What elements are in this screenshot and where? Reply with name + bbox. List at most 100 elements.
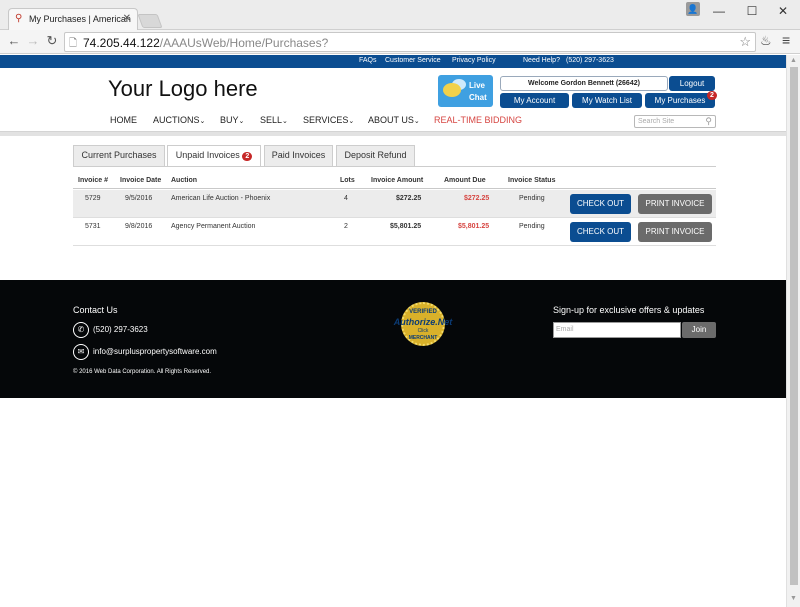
col-invoice-status: Invoice Status xyxy=(508,177,556,184)
page-scrollbar[interactable]: ▲ ▼ xyxy=(786,55,800,607)
chevron-down-icon: ⌄ xyxy=(199,118,206,125)
site-footer: Contact Us ✆ (520) 297-3623 ✉ info@surpl… xyxy=(0,280,786,398)
scroll-up-icon[interactable]: ▲ xyxy=(790,57,797,64)
row-invoice-number: 5729 xyxy=(85,195,101,202)
help-phone: (520) 297-3623 xyxy=(566,57,614,64)
url-host: 74.205.44.122 xyxy=(83,36,160,50)
nav-auctions[interactable]: AUCTIONS⌄ xyxy=(153,115,205,125)
row-invoice-status: Pending xyxy=(519,195,545,202)
check-out-button[interactable]: CHECK OUT xyxy=(570,194,631,214)
col-lots: Lots xyxy=(340,177,355,184)
chevron-down-icon: ⌄ xyxy=(238,118,245,125)
table-row: 5731 9/8/2016 Agency Permanent Auction 2… xyxy=(73,218,716,246)
reload-icon[interactable]: ↻ xyxy=(44,33,60,49)
col-auction: Auction xyxy=(171,177,198,184)
row-invoice-number: 5731 xyxy=(85,223,101,230)
nav-buy[interactable]: BUY⌄ xyxy=(220,115,244,125)
my-purchases-label: My Purchases xyxy=(654,96,706,105)
nav-home[interactable]: HOME xyxy=(110,115,137,125)
close-window-icon[interactable]: ✕ xyxy=(773,4,793,18)
minimize-icon[interactable]: — xyxy=(709,4,729,18)
contact-us-title: Contact Us xyxy=(73,305,118,315)
back-arrow-icon[interactable]: ← xyxy=(6,33,22,48)
live-chat-label-1: Live xyxy=(469,81,486,90)
tab-unpaid-invoices[interactable]: Unpaid Invoices 2 xyxy=(167,145,261,167)
row-invoice-amount: $5,801.25 xyxy=(390,223,422,230)
check-out-button[interactable]: CHECK OUT xyxy=(570,222,631,242)
authorize-net-seal[interactable]: VERIFIED Authorize.Net Click MERCHANT xyxy=(391,298,455,354)
new-tab-button[interactable] xyxy=(137,14,163,28)
seal-click: Click xyxy=(417,328,429,334)
nav-about-us[interactable]: ABOUT US⌄ xyxy=(368,115,420,125)
customer-service-link[interactable]: Customer Service xyxy=(385,57,441,64)
extension-flame-icon[interactable]: ♨ xyxy=(760,33,772,49)
copyright: © 2016 Web Data Corporation. All Rights … xyxy=(73,369,212,375)
tab-divider xyxy=(73,166,716,167)
live-chat-label-2: Chat xyxy=(469,93,487,102)
browser-titlebar: ⚲ My Purchases | American ✕ 👤 — ☐ ✕ xyxy=(0,0,800,30)
row-lots: 2 xyxy=(344,223,348,230)
row-auction: Agency Permanent Auction xyxy=(171,223,256,230)
search-icon[interactable]: ⚲ xyxy=(705,116,712,127)
chevron-down-icon: ⌄ xyxy=(348,118,355,125)
print-invoice-button[interactable]: PRINT INVOICE xyxy=(638,222,712,242)
signup-title: Sign-up for exclusive offers & updates xyxy=(553,305,705,315)
nav-about-label: ABOUT US xyxy=(368,115,414,125)
tab-title: My Purchases | American xyxy=(29,14,131,24)
my-account-button[interactable]: My Account xyxy=(500,93,569,108)
seal-brand: Authorize.Net xyxy=(393,317,453,327)
tab-deposit-refund[interactable]: Deposit Refund xyxy=(336,145,415,166)
row-auction: American Life Auction - Phoenix xyxy=(171,195,271,202)
nav-sell[interactable]: SELL⌄ xyxy=(260,115,288,125)
my-purchases-button[interactable]: My Purchases 2 xyxy=(645,91,717,108)
url-path: /AAAUsWeb/Home/Purchases? xyxy=(159,36,329,50)
row-invoice-amount: $272.25 xyxy=(396,195,422,202)
browser-tab[interactable]: ⚲ My Purchases | American ✕ xyxy=(8,8,138,30)
col-amount-due: Amount Due xyxy=(444,177,486,184)
tab-close-icon[interactable]: ✕ xyxy=(123,13,131,24)
nav-services[interactable]: SERVICES⌄ xyxy=(303,115,354,125)
row-amount-due: $5,801.25 xyxy=(458,223,490,230)
faqs-link[interactable]: FAQs xyxy=(359,57,377,64)
tab-current-purchases[interactable]: Current Purchases xyxy=(73,145,165,166)
site-logo[interactable]: Your Logo here xyxy=(108,76,258,102)
chrome-menu-icon[interactable]: ≡ xyxy=(782,32,790,48)
scroll-down-icon[interactable]: ▼ xyxy=(790,595,797,602)
join-button[interactable]: Join xyxy=(682,322,716,338)
table-row: 5729 9/5/2016 American Life Auction - Ph… xyxy=(73,190,716,218)
footer-email-link[interactable]: info@surpluspropertysoftware.com xyxy=(93,347,217,356)
col-invoice-number: Invoice # xyxy=(78,177,108,184)
tab-unpaid-label: Unpaid Invoices xyxy=(175,150,240,160)
logout-button[interactable]: Logout xyxy=(669,76,715,91)
nav-buy-label: BUY xyxy=(220,115,239,125)
scrollbar-thumb[interactable] xyxy=(790,67,798,585)
row-amount-due: $272.25 xyxy=(464,195,490,202)
bookmark-star-icon[interactable]: ☆ xyxy=(739,34,751,50)
forward-arrow-icon[interactable]: → xyxy=(25,33,41,48)
nav-auctions-label: AUCTIONS xyxy=(153,115,200,125)
tab-paid-invoices[interactable]: Paid Invoices xyxy=(264,145,333,166)
top-utility-bar: FAQs Customer Service Privacy Policy Nee… xyxy=(0,55,786,68)
maximize-icon[interactable]: ☐ xyxy=(742,4,762,18)
live-chat-button[interactable]: Live Chat xyxy=(438,75,493,107)
privacy-policy-link[interactable]: Privacy Policy xyxy=(452,57,496,64)
email-placeholder: Email xyxy=(556,326,574,333)
my-watch-list-button[interactable]: My Watch List xyxy=(572,93,642,108)
nav-real-time-bidding[interactable]: REAL-TIME BIDDING xyxy=(434,115,522,125)
newsletter-email-input[interactable]: Email xyxy=(553,322,681,338)
print-invoice-button[interactable]: PRINT INVOICE xyxy=(638,194,712,214)
user-profile-icon[interactable]: 👤 xyxy=(686,2,700,16)
nav-services-label: SERVICES xyxy=(303,115,349,125)
row-invoice-date: 9/8/2016 xyxy=(125,223,153,230)
pin-icon: ⚲ xyxy=(15,13,23,24)
search-site-input[interactable]: Search Site ⚲ xyxy=(634,115,716,128)
phone-icon: ✆ xyxy=(73,322,89,338)
seal-verified: VERIFIED xyxy=(409,309,437,315)
page-icon: 🗋 xyxy=(69,38,78,49)
address-bar[interactable]: 🗋 74.205.44.122/AAAUsWeb/Home/Purchases?… xyxy=(64,32,756,52)
browser-toolbar: ← → ↻ 🗋 74.205.44.122/AAAUsWeb/Home/Purc… xyxy=(0,30,800,54)
purchases-count-badge: 2 xyxy=(707,91,717,100)
footer-phone: (520) 297-3623 xyxy=(93,325,148,334)
header-divider xyxy=(0,131,786,136)
col-invoice-date: Invoice Date xyxy=(120,177,162,184)
